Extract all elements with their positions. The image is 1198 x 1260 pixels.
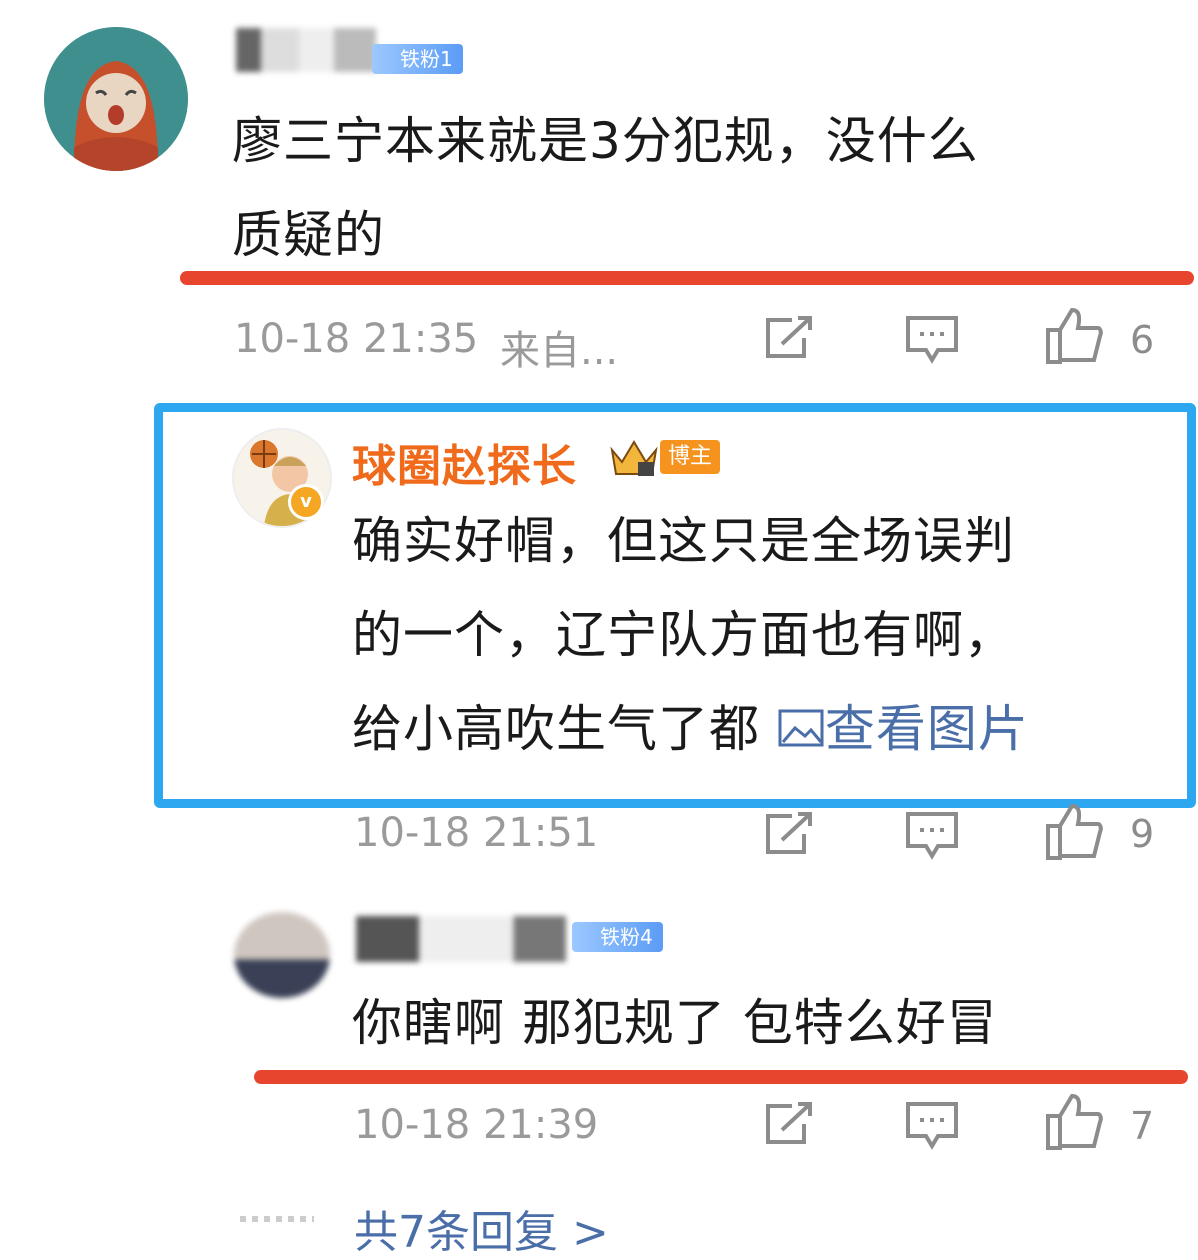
fan-badge-1: 铁粉1 xyxy=(372,44,463,74)
avatar-image xyxy=(44,27,188,171)
like-count-3: 7 xyxy=(1130,1104,1155,1148)
reply-text-line2: 的一个，辽宁队方面也有啊， xyxy=(352,606,1015,664)
blogger-name[interactable]: 球圈赵探长 xyxy=(352,430,577,494)
like-icon[interactable] xyxy=(1044,1092,1104,1152)
share-icon[interactable] xyxy=(762,810,816,858)
red-underline-1 xyxy=(180,271,1194,285)
reply-time: 10-18 21:51 xyxy=(354,810,599,856)
share-icon[interactable] xyxy=(762,314,816,362)
username-blurred-1[interactable] xyxy=(236,28,376,72)
reply-text-line1: 确实好帽，但这只是全场误判 xyxy=(352,512,1015,570)
verified-icon: v xyxy=(288,484,324,520)
fan-badge-3: 铁粉4 xyxy=(572,922,663,952)
red-underline-2 xyxy=(254,1070,1188,1084)
view-image-link[interactable]: 查看图片 xyxy=(777,700,1029,758)
comment-3-text: 你瞎啊 那犯规了 包特么好冒 xyxy=(352,994,998,1052)
reply-text-line3-body: 给小高吹生气了都 xyxy=(352,700,760,758)
comment-1-source[interactable]: 来自... xyxy=(500,318,618,376)
comment-icon[interactable] xyxy=(904,314,960,364)
avatar-commenter-3[interactable] xyxy=(234,912,330,998)
more-replies-link[interactable]: 共7条回复 > xyxy=(354,1196,609,1260)
more-dots xyxy=(240,1216,314,1222)
reply-text-line3: 给小高吹生气了都 查看图片 xyxy=(352,682,1029,776)
crown-icon xyxy=(608,436,660,482)
like-icon[interactable] xyxy=(1044,802,1104,862)
comment-1-text-line2: 质疑的 xyxy=(232,206,385,264)
comment-3-time: 10-18 21:39 xyxy=(354,1102,599,1148)
comment-icon[interactable] xyxy=(904,810,960,860)
comment-1-text-line1: 廖三宁本来就是3分犯规，没什么 xyxy=(232,112,979,170)
comment-icon[interactable] xyxy=(904,1100,960,1150)
like-count-2: 9 xyxy=(1130,812,1155,856)
blogger-badge: 博主 xyxy=(660,440,721,474)
share-icon[interactable] xyxy=(762,1100,816,1148)
view-image-label: 查看图片 xyxy=(824,700,1029,758)
like-icon[interactable] xyxy=(1044,306,1104,366)
like-count-1: 6 xyxy=(1130,318,1155,362)
avatar-commenter-1[interactable] xyxy=(44,27,188,171)
comment-1-time: 10-18 21:35 xyxy=(234,316,479,362)
image-icon xyxy=(778,709,824,747)
username-blurred-3[interactable] xyxy=(356,916,566,962)
